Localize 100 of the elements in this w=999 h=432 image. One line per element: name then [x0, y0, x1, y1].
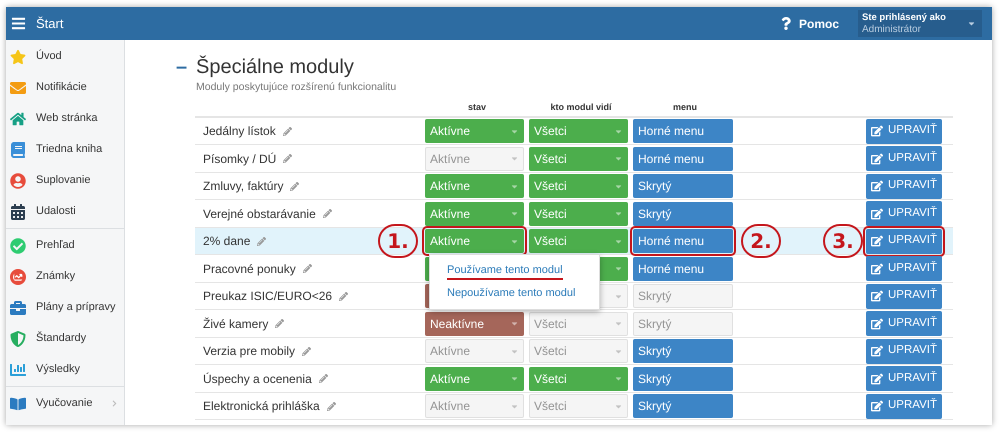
status-select[interactable]: Aktívne — [425, 119, 524, 143]
sidebar-item[interactable]: Suplovanie — [6, 165, 124, 196]
sidebar-item[interactable]: Web stránka — [6, 103, 124, 134]
sidebar-item[interactable]: Prehľad — [6, 230, 124, 261]
help-icon[interactable] — [780, 17, 791, 30]
status-select[interactable]: Aktívne — [425, 174, 524, 198]
pencil-icon[interactable] — [326, 402, 336, 410]
sidebar-label: Štandardy — [36, 330, 86, 346]
module-name: Pracovné ponuky — [203, 260, 296, 278]
menu-select[interactable]: Horné menu — [633, 229, 733, 253]
visibility-select[interactable]: Všetci — [529, 146, 628, 170]
edit-button[interactable]: UPRAVIŤ — [866, 284, 942, 308]
sidebar-label: Úvod — [36, 48, 62, 64]
sidebar-item[interactable]: Výsledky — [6, 354, 124, 385]
menu-select[interactable]: Skrytý — [633, 394, 733, 418]
module-name: Preukaz ISIC/EURO<26 — [203, 288, 332, 305]
edit-button[interactable]: UPRAVIŤ — [866, 118, 942, 144]
edit-icon — [871, 125, 883, 137]
edit-icon — [871, 372, 883, 384]
help-link[interactable]: Pomoc — [798, 14, 839, 32]
envelope-icon — [10, 80, 26, 96]
visibility-select[interactable]: Všetci — [529, 229, 628, 253]
sidebar-label: Triedna kniha — [36, 142, 102, 158]
edit-button[interactable]: UPRAVIŤ — [866, 394, 942, 418]
module-name: Úspechy a ocenenia — [203, 370, 312, 388]
pencil-icon[interactable] — [302, 264, 312, 273]
dropdown-option[interactable]: Nepoužívame tento modul — [447, 284, 576, 301]
sidebar-item[interactable]: Vyučovanie — [6, 388, 124, 419]
edit-button[interactable]: UPRAVIŤ — [866, 366, 942, 391]
sidebar-item[interactable]: Notifikácie — [6, 72, 124, 103]
pencil-icon[interactable] — [257, 236, 266, 246]
edit-button[interactable]: UPRAVIŤ — [866, 311, 942, 336]
menu-select[interactable]: Horné menu — [633, 119, 733, 143]
pencil-icon[interactable] — [302, 346, 312, 356]
edit-button[interactable]: UPRAVIŤ — [866, 338, 942, 364]
status-select[interactable]: Aktívne — [425, 339, 524, 363]
pencil-icon[interactable] — [283, 154, 292, 163]
module-name: Písomky / DÚ — [203, 150, 276, 168]
callout-number: 3. — [823, 224, 863, 258]
status-select[interactable]: Aktívne — [425, 146, 524, 170]
menu-select[interactable]: Skrytý — [633, 366, 733, 390]
menu-select[interactable]: Skrytý — [633, 174, 733, 198]
edit-icon — [871, 180, 883, 192]
user-name: Administrátor — [862, 24, 922, 36]
pencil-icon[interactable] — [322, 209, 332, 218]
menu-select[interactable]: Horné menu — [633, 256, 733, 280]
pencil-icon[interactable] — [282, 126, 292, 136]
sidebar-label: Web stránka — [36, 111, 98, 126]
edit-button[interactable]: UPRAVIŤ — [866, 256, 942, 281]
column-header: menu — [672, 101, 697, 114]
edit-button[interactable]: UPRAVIŤ — [866, 146, 942, 171]
edit-icon — [871, 262, 883, 274]
menu-select[interactable]: Skrytý — [633, 202, 733, 226]
module-name: Elektronická prihláška — [203, 398, 320, 415]
sidebar-item[interactable]: Triedna kniha — [6, 134, 124, 165]
pencil-icon[interactable] — [318, 374, 328, 383]
shield-icon — [10, 330, 26, 346]
edit-button[interactable]: UPRAVIŤ — [866, 201, 942, 226]
status-select[interactable]: Aktívne — [425, 366, 524, 390]
sidebar-item[interactable]: Štandardy — [6, 323, 124, 354]
collapse-toggle[interactable]: – — [176, 54, 196, 80]
sidebar-item[interactable]: Známky — [6, 261, 124, 292]
visibility-select[interactable]: Všetci — [529, 202, 628, 226]
visibility-select[interactable]: Všetci — [529, 366, 628, 390]
person-icon — [10, 172, 26, 188]
sidebar-label: Prehľad — [36, 238, 75, 254]
edit-icon — [871, 345, 883, 357]
module-name: Verzia pre mobily — [203, 343, 296, 360]
status-select[interactable]: Aktívne — [425, 229, 524, 253]
edit-button[interactable]: UPRAVIŤ — [866, 174, 942, 198]
column-header: kto modul vidí — [550, 101, 612, 114]
dropdown-option[interactable]: Používame tento modul — [447, 262, 563, 280]
sidebar-label: Známky — [36, 269, 76, 284]
visibility-select[interactable]: Všetci — [529, 174, 628, 198]
module-name: Zmluvy, faktúry — [203, 178, 284, 195]
briefcase-icon — [10, 300, 26, 316]
star-icon — [10, 48, 26, 64]
menu-select[interactable]: Horné menu — [633, 146, 733, 170]
status-select[interactable]: Aktívne — [425, 202, 524, 226]
menu-select[interactable]: Skrytý — [633, 339, 733, 363]
sidebar-item[interactable]: Udalosti — [6, 196, 124, 227]
edit-icon — [871, 318, 883, 330]
sidebar-item[interactable]: Úvod — [6, 41, 124, 72]
user-menu[interactable]: Ste prihlásený ako Administrátor — [858, 10, 982, 37]
status-select[interactable]: Neaktívne — [425, 312, 524, 336]
sidebar-item[interactable]: Plány a prípravy — [6, 292, 124, 323]
edit-button[interactable]: UPRAVIŤ — [866, 228, 942, 254]
pencil-icon[interactable] — [275, 319, 284, 328]
sidebar-label: Plány a prípravy — [36, 300, 116, 316]
edit-icon — [871, 400, 883, 412]
visibility-select[interactable]: Všetci — [529, 119, 628, 143]
pencil-icon[interactable] — [339, 292, 348, 300]
section-title: Špeciálne moduly — [196, 54, 355, 80]
page-title: Štart — [36, 14, 64, 33]
sidebar-label: Výsledky — [36, 362, 80, 378]
pencil-icon[interactable] — [290, 182, 300, 190]
module-name: Verejné obstarávanie — [203, 206, 316, 222]
menu-icon[interactable] — [10, 16, 27, 31]
status-select[interactable]: Aktívne — [425, 394, 524, 418]
edit-icon — [871, 152, 883, 164]
